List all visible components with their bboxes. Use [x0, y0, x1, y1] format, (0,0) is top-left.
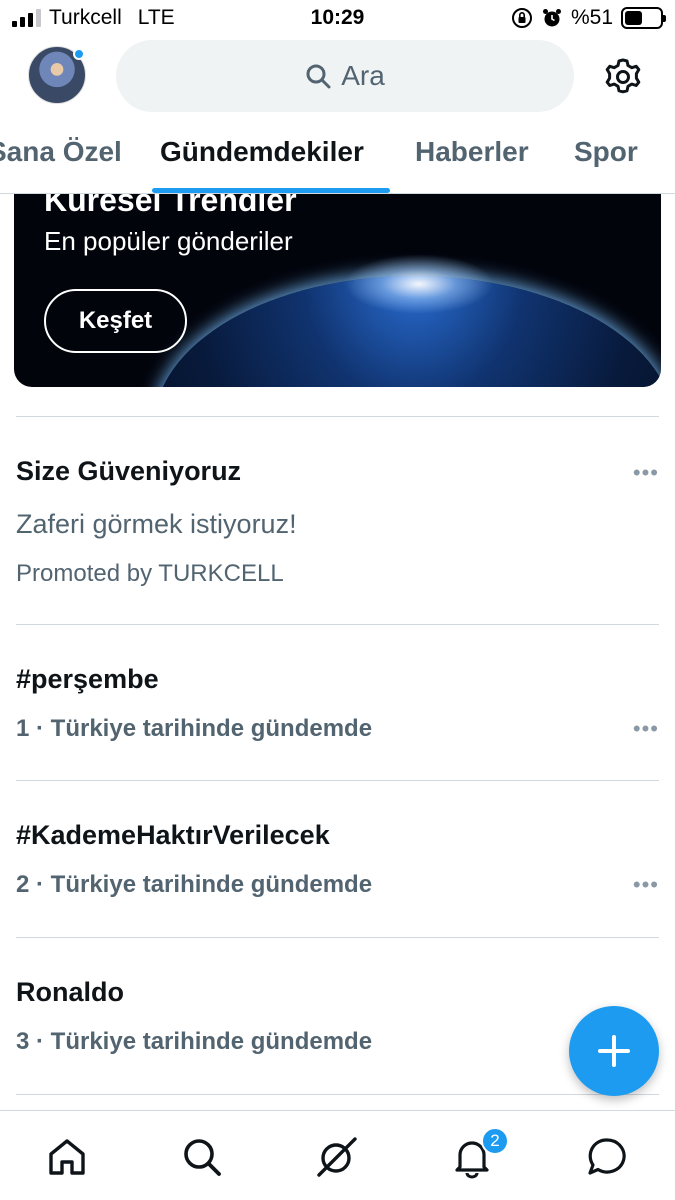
search-bar[interactable]: Ara — [116, 40, 574, 112]
status-right: %51 — [511, 6, 666, 30]
battery-percent: %51 — [570, 6, 613, 29]
search-placeholder: Ara — [341, 60, 385, 91]
divider — [16, 1094, 659, 1095]
bottom-navigation — [0, 1110, 675, 1200]
trend-name: Ronaldo — [16, 977, 124, 1007]
promoted-title: Size Güveniyoruz — [16, 456, 242, 486]
trend-meta: 1 · Türkiye tarihinde gündemde — [16, 715, 373, 742]
divider — [16, 780, 659, 781]
trend-meta: 2 · Türkiye tarihinde gündemde — [16, 871, 373, 898]
promoted-trend[interactable]: Size Güveniyoruz Zaferi görmek istiyoruz… — [16, 456, 659, 588]
trend-item[interactable]: #KademeHaktırVerilecek 2 · Türkiye tarih… — [16, 820, 659, 899]
battery-icon — [621, 7, 666, 29]
promoted-subtitle: Zaferi görmek istiyoruz! — [16, 509, 297, 539]
trend-item[interactable]: #perşembe 1 · Türkiye tarihinde gündemde — [16, 664, 659, 743]
divider — [16, 624, 659, 625]
trend-item[interactable]: Ronaldo 3 · Türkiye tarihinde gündemde — [16, 977, 659, 1056]
tab-trending[interactable]: Gündemdekiler — [160, 136, 364, 168]
promoted-by: Promoted by TURKCELL — [16, 560, 284, 587]
sunrise-glow — [344, 254, 494, 314]
trend-meta: 3 · Türkiye tarihinde gündemde — [16, 1028, 373, 1055]
alarm-icon — [542, 9, 561, 27]
search-icon[interactable] — [180, 1135, 224, 1179]
home-icon[interactable] — [45, 1135, 89, 1179]
tab-for-you[interactable]: Sana Özel — [0, 136, 122, 168]
trend-name: #KademeHaktırVerilecek — [16, 820, 330, 850]
settings-gear-icon[interactable] — [602, 56, 644, 98]
trend-name: #perşembe — [16, 664, 159, 694]
notification-count-badge: 2 — [481, 1127, 509, 1155]
divider — [16, 937, 659, 938]
tab-sports[interactable]: Spor — [574, 136, 638, 168]
messages-icon[interactable] — [585, 1135, 629, 1179]
more-options-icon[interactable]: ••• — [633, 716, 659, 742]
divider — [16, 416, 659, 417]
tab-news[interactable]: Haberler — [415, 136, 529, 168]
global-trends-banner[interactable]: Küresel Trendler En popüler gönderiler K… — [14, 194, 661, 387]
more-options-icon[interactable]: ••• — [633, 872, 659, 898]
header: Ara — [0, 38, 675, 114]
explore-button[interactable]: Keşfet — [44, 289, 187, 353]
orientation-lock-icon — [511, 8, 532, 28]
grok-icon[interactable] — [315, 1135, 359, 1179]
banner-title: Küresel Trendler — [44, 194, 297, 218]
explore-tabs: Sana Özel Gündemdekiler Haberler Spor — [0, 126, 675, 194]
more-options-icon[interactable]: ••• — [633, 460, 659, 486]
banner-subtitle: En popüler gönderiler — [44, 226, 293, 256]
search-icon — [306, 64, 331, 89]
compose-button[interactable] — [569, 1006, 659, 1096]
status-bar: Turkcell LTE 10:29 %51 — [0, 0, 675, 38]
active-tab-indicator — [152, 188, 390, 193]
plus-icon — [598, 1035, 630, 1067]
avatar-notification-dot — [73, 48, 85, 60]
